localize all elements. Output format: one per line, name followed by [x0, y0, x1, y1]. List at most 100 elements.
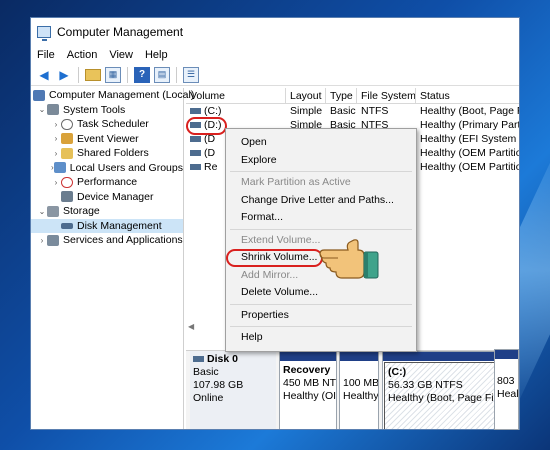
- volume-status: Healthy (Primary Partitio: [420, 119, 520, 131]
- menu-item-help[interactable]: Help: [226, 329, 416, 347]
- disk-state: Online: [193, 392, 224, 404]
- tree-item-label: Storage: [63, 205, 100, 218]
- tree-item-label: Disk Management: [77, 219, 162, 232]
- tree-item-label: System Tools: [63, 103, 126, 116]
- services-icon: [47, 234, 59, 246]
- tree-item-label: Task Scheduler: [77, 118, 149, 131]
- computer-management-icon: [37, 26, 51, 41]
- column-status[interactable]: Status: [416, 88, 519, 103]
- menu-separator: [230, 326, 412, 327]
- expand-arrow-icon[interactable]: ›: [51, 149, 61, 158]
- toolbar: ◀ ▶ ▦ ? ▤ ☰: [31, 64, 519, 86]
- disk-icon: [193, 356, 204, 363]
- partition-recovery[interactable]: Recovery 450 MB NT Healthy (OI: [279, 351, 337, 429]
- annotation-highlight-oval: [186, 117, 227, 135]
- menu-item-open[interactable]: Open: [226, 134, 416, 152]
- tree-item-label: Performance: [77, 176, 138, 189]
- partition-name: [497, 362, 516, 375]
- expand-arrow-icon[interactable]: ›: [51, 120, 61, 129]
- partition-status: Healthy (OI: [283, 390, 336, 402]
- partition-status: Healt: [497, 388, 519, 400]
- menu-item-change-drive-letter[interactable]: Change Drive Letter and Paths...: [226, 192, 416, 210]
- disk-map: Disk 0 Basic 107.98 GB Online Recovery 4…: [186, 350, 519, 429]
- partition-bar: [340, 352, 378, 361]
- partition-name: [343, 364, 375, 377]
- tree-item-performance[interactable]: › Performance: [31, 175, 183, 190]
- menu-item-format[interactable]: Format...: [226, 209, 416, 227]
- menu-help[interactable]: Help: [145, 49, 168, 61]
- expand-arrow-icon[interactable]: ›: [37, 236, 47, 245]
- tools-icon: [47, 104, 59, 116]
- volume-name: Re: [204, 161, 218, 173]
- volume-icon: [190, 164, 201, 171]
- volume-type: Basic: [330, 105, 356, 117]
- partition-size: 803 M: [497, 375, 518, 387]
- partition-status: Healthy: [343, 390, 378, 402]
- volume-name: (D: [204, 147, 216, 159]
- menu-item-explore[interactable]: Explore: [226, 152, 416, 170]
- tree-item-shared-folders[interactable]: › Shared Folders: [31, 146, 183, 161]
- menu-separator: [230, 228, 412, 230]
- disk-icon: [61, 222, 73, 229]
- expand-arrow-icon[interactable]: ›: [51, 178, 61, 187]
- column-file-system[interactable]: File System: [357, 88, 416, 103]
- partition-efi[interactable]: 100 MB Healthy: [339, 351, 379, 429]
- column-type[interactable]: Type: [326, 88, 357, 103]
- properties-icon[interactable]: ▦: [105, 66, 121, 83]
- partition-oem[interactable]: 803 M Healt: [494, 349, 519, 430]
- volume-status: Healthy (Boot, Page Fil: [420, 105, 520, 117]
- tree-item-label: Local Users and Groups: [69, 161, 183, 174]
- menu-item-properties[interactable]: Properties: [226, 307, 416, 325]
- menu-bar: File Action View Help: [31, 46, 519, 64]
- tree-item-disk-management[interactable]: Disk Management: [31, 218, 183, 233]
- help-icon[interactable]: ?: [134, 66, 150, 83]
- volume-status: Healthy (OEM Partition): [420, 147, 520, 159]
- column-layout[interactable]: Layout: [286, 88, 326, 103]
- tree-item-label: Event Viewer: [77, 132, 139, 145]
- navigation-tree: Computer Management (Local) ⌄ System Too…: [31, 88, 194, 429]
- window-title: Computer Management: [57, 25, 184, 39]
- partition-bar: [280, 352, 336, 361]
- menu-item-delete-volume[interactable]: Delete Volume...: [226, 284, 416, 302]
- tree-item-computer-management[interactable]: Computer Management (Local): [31, 88, 194, 103]
- back-icon[interactable]: ◀: [36, 67, 52, 83]
- menu-item-mark-active[interactable]: Mark Partition as Active: [226, 174, 416, 192]
- table-row[interactable]: (C:) Simple Basic NTFS Healthy (Boot, Pa…: [186, 104, 520, 118]
- volume-icon: [190, 136, 201, 143]
- volume-list-header: Volume Layout Type File System Status: [186, 88, 519, 104]
- menu-file[interactable]: File: [37, 49, 55, 61]
- collapse-arrow-icon[interactable]: ⌄: [37, 207, 47, 216]
- partition-size: 450 MB NT: [283, 377, 336, 389]
- forward-icon[interactable]: ▶: [56, 67, 72, 83]
- disk-info[interactable]: Disk 0 Basic 107.98 GB Online: [190, 351, 276, 429]
- tree-item-services-applications[interactable]: › Services and Applications: [31, 233, 183, 248]
- partition-bar: [495, 350, 518, 359]
- expand-arrow-icon[interactable]: ›: [51, 134, 61, 143]
- menu-view[interactable]: View: [109, 49, 133, 61]
- tree-item-event-viewer[interactable]: › Event Viewer: [31, 132, 183, 147]
- tree-item-local-users[interactable]: › Local Users and Groups: [31, 161, 183, 176]
- volume-name: (C:): [204, 105, 222, 117]
- volume-icon: [190, 150, 201, 157]
- menu-separator: [230, 171, 412, 172]
- pointing-hand-icon: [319, 239, 379, 279]
- tree-item-label: Shared Folders: [77, 147, 149, 160]
- disk-type: Basic: [193, 366, 219, 378]
- volume-status: Healthy (OEM Partition): [420, 161, 520, 173]
- clock-icon: [61, 118, 73, 130]
- menu-separator: [230, 303, 412, 305]
- column-volume[interactable]: Volume: [186, 88, 286, 103]
- collapse-arrow-icon[interactable]: ⌄: [37, 105, 47, 114]
- tree-item-device-manager[interactable]: Device Manager: [31, 190, 183, 205]
- tree-item-task-scheduler[interactable]: › Task Scheduler: [31, 117, 183, 132]
- up-folder-icon[interactable]: [85, 68, 101, 81]
- tree-item-system-tools[interactable]: ⌄ System Tools: [31, 103, 183, 118]
- tree-item-storage[interactable]: ⌄ Storage: [31, 204, 183, 219]
- shared-folder-icon: [61, 147, 73, 159]
- menu-action[interactable]: Action: [67, 49, 98, 61]
- show-hide-icon[interactable]: ▤: [154, 66, 170, 83]
- export-icon[interactable]: ☰: [183, 66, 199, 83]
- tree-item-label: Device Manager: [77, 190, 154, 203]
- event-viewer-icon: [61, 133, 73, 145]
- scroll-left-icon[interactable]: ◀: [188, 322, 194, 331]
